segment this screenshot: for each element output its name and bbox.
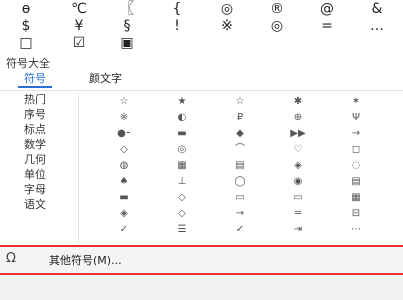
top-symbol[interactable]: ◎: [255, 18, 299, 35]
top-symbol[interactable]: □: [4, 35, 48, 52]
symbol-cell[interactable]: ✓: [211, 222, 269, 237]
symbol-cell[interactable]: ▬: [153, 126, 211, 141]
other-symbols-label: 其他符号(M)...: [49, 254, 122, 267]
top-symbol[interactable]: ℃: [57, 1, 101, 18]
symbol-cell[interactable]: ⊕: [269, 110, 327, 125]
other-symbols-menu-item[interactable]: Ω 其他符号(M)...: [0, 245, 403, 275]
top-symbol[interactable]: ◎: [205, 1, 249, 18]
symbol-cell[interactable]: ♡: [269, 142, 327, 157]
symbol-cell[interactable]: ◻: [327, 142, 385, 157]
symbol-cell[interactable]: ◍: [95, 158, 153, 173]
active-tab-indicator: [18, 86, 52, 88]
symbol-cell[interactable]: ◯: [211, 174, 269, 189]
symbol-cell[interactable]: ⌒: [211, 142, 269, 157]
symbol-cell[interactable]: ⇥: [269, 222, 327, 237]
symbol-cell[interactable]: ▭: [211, 190, 269, 205]
top-symbol[interactable]: ®: [255, 1, 299, 18]
symbol-grid: ☆ ★ ☆ ✱ ✶ ※ ◐ ₽ ⊕ Ψ ●⁃ ▬ ◆ ▶▶ → ◇ ◎ ⌒ ♡ …: [95, 94, 395, 244]
panel-title: 符号大全: [6, 57, 50, 70]
symbol-cell[interactable]: ◈: [269, 158, 327, 173]
symbol-cell[interactable]: ✱: [269, 94, 327, 109]
symbol-cell[interactable]: ✶: [327, 94, 385, 109]
category-item[interactable]: 热门: [24, 93, 76, 107]
tab-bar: 符号 颜文字: [0, 70, 403, 90]
category-item[interactable]: 单位: [24, 168, 76, 182]
symbol-cell[interactable]: ☆: [95, 94, 153, 109]
symbol-cell[interactable]: ⋯: [327, 222, 385, 237]
symbol-cell[interactable]: ◇: [153, 206, 211, 221]
symbol-cell[interactable]: ★: [153, 94, 211, 109]
symbol-cell[interactable]: ●⁃: [95, 126, 153, 141]
symbol-cell[interactable]: ☰: [153, 222, 211, 237]
top-symbol[interactable]: ☑: [57, 35, 101, 52]
symbol-cell[interactable]: ※: [95, 110, 153, 125]
top-symbol[interactable]: 〖: [105, 1, 149, 18]
category-item[interactable]: 数学: [24, 138, 76, 152]
tab-divider: [0, 90, 403, 91]
top-symbol[interactable]: ɵ: [4, 1, 48, 18]
quick-symbol-grid: ɵ ℃ 〖 { ◎ ® @ & $ ¥ § ! ※ ◎ = … □ ☑ ▣: [0, 0, 403, 52]
symbol-cell[interactable]: ◆: [211, 126, 269, 141]
category-item[interactable]: 序号: [24, 108, 76, 122]
category-item[interactable]: 字母: [24, 183, 76, 197]
symbol-cell[interactable]: ◉: [269, 174, 327, 189]
top-symbol[interactable]: @: [305, 1, 349, 18]
symbol-cell[interactable]: ♠: [95, 174, 153, 189]
top-symbol[interactable]: ▣: [105, 35, 149, 52]
top-symbol[interactable]: !: [155, 18, 199, 35]
symbol-cell[interactable]: ▶▶: [269, 126, 327, 141]
omega-icon: Ω: [6, 251, 16, 266]
symbol-cell[interactable]: ═: [269, 206, 327, 221]
category-item[interactable]: 标点: [24, 123, 76, 137]
symbol-cell[interactable]: ◎: [153, 142, 211, 157]
symbol-cell[interactable]: ⊥: [153, 174, 211, 189]
footer-area: [0, 275, 403, 300]
top-symbol[interactable]: =: [305, 18, 349, 35]
symbol-cell[interactable]: ☆: [211, 94, 269, 109]
symbol-cell[interactable]: →: [211, 206, 269, 221]
symbol-cell[interactable]: ▤: [211, 158, 269, 173]
top-symbol[interactable]: ※: [205, 18, 249, 35]
category-item[interactable]: 几何: [24, 153, 76, 167]
symbol-cell[interactable]: Ψ: [327, 110, 385, 125]
category-item[interactable]: 语文: [24, 198, 76, 212]
top-symbol[interactable]: …: [355, 18, 399, 35]
symbol-cell[interactable]: ▦: [327, 190, 385, 205]
symbol-cell[interactable]: ◌: [327, 158, 385, 173]
symbol-cell[interactable]: ▬: [95, 190, 153, 205]
tab-symbols[interactable]: 符号: [24, 72, 46, 86]
symbol-cell[interactable]: ◇: [153, 190, 211, 205]
symbol-cell[interactable]: →: [327, 126, 385, 141]
symbol-cell[interactable]: ◇: [95, 142, 153, 157]
top-symbol[interactable]: $: [4, 18, 48, 35]
symbol-cell[interactable]: ▤: [327, 174, 385, 189]
symbol-cell[interactable]: ▦: [153, 158, 211, 173]
symbol-cell[interactable]: ◐: [153, 110, 211, 125]
category-list: 热门 序号 标点 数学 几何 单位 字母 语文: [16, 93, 79, 243]
top-symbol[interactable]: &: [355, 1, 399, 18]
top-symbol[interactable]: ¥: [57, 18, 101, 35]
symbol-cell[interactable]: ◈: [95, 206, 153, 221]
symbol-cell[interactable]: ✓: [95, 222, 153, 237]
symbol-cell[interactable]: ▭: [269, 190, 327, 205]
top-symbol[interactable]: {: [155, 1, 199, 18]
top-symbol[interactable]: §: [105, 18, 149, 35]
symbol-cell[interactable]: ⊟: [327, 206, 385, 221]
tab-emoticons[interactable]: 颜文字: [89, 72, 122, 86]
symbol-cell[interactable]: ₽: [211, 110, 269, 125]
